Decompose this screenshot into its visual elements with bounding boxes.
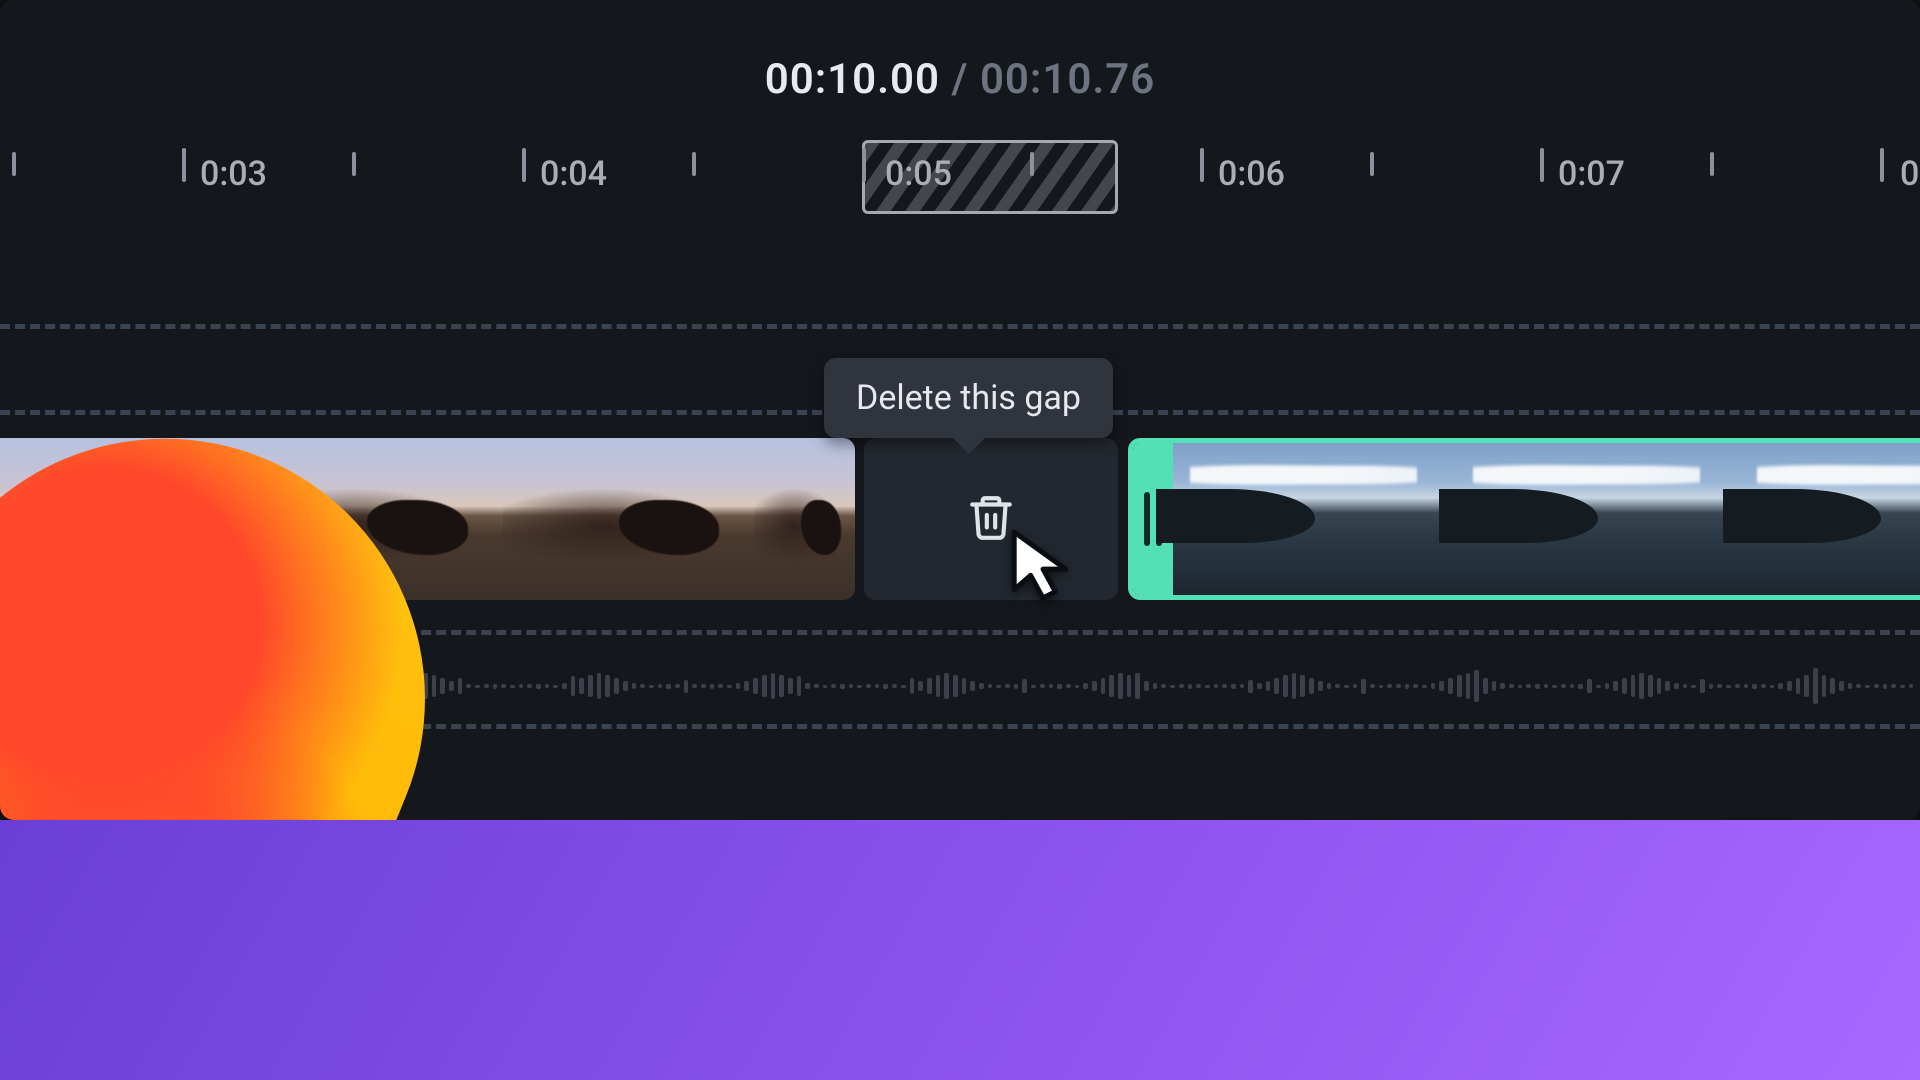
ruler-label: 0:07 bbox=[1558, 154, 1625, 194]
ruler-tick bbox=[1540, 148, 1544, 182]
promo-banner bbox=[0, 820, 1920, 1080]
ruler-tick bbox=[1370, 152, 1374, 176]
ruler-tick bbox=[862, 148, 866, 182]
ruler-tick bbox=[1710, 152, 1714, 176]
timecode-display: 00:10.00 / 00:10.76 bbox=[0, 55, 1920, 104]
timeline-ruler[interactable]: 0:03 0:04 0:05 0:06 0:07 0: bbox=[0, 140, 1920, 204]
clip-thumbnail bbox=[1456, 443, 1739, 595]
ruler-tick bbox=[522, 148, 526, 182]
ruler-label: 0: bbox=[1900, 154, 1920, 194]
ruler-tick bbox=[12, 152, 16, 176]
trash-icon[interactable] bbox=[966, 489, 1016, 549]
ruler-label: 0:04 bbox=[540, 154, 607, 194]
ruler-tick bbox=[182, 148, 186, 182]
ruler-label: 0:03 bbox=[200, 154, 267, 194]
timeline-editor: 00:10.00 / 00:10.76 0:03 0:04 0:05 0:06 0:07… bbox=[0, 0, 1920, 820]
timecode-separator: / bbox=[952, 55, 969, 104]
clip-thumbnail bbox=[754, 438, 855, 600]
clip-thumbnail bbox=[503, 438, 754, 600]
ruler-label: 0:05 bbox=[885, 154, 952, 194]
tooltip-text: Delete this gap bbox=[856, 378, 1081, 418]
timecode-current: 00:10.00 bbox=[765, 55, 940, 104]
timeline-gap[interactable] bbox=[864, 438, 1118, 600]
cursor-pointer-icon bbox=[1010, 528, 1076, 606]
timecode-total: 00:10.76 bbox=[980, 55, 1155, 104]
ruler-tick bbox=[1030, 152, 1034, 176]
ruler-tick bbox=[352, 152, 356, 176]
ruler-label: 0:06 bbox=[1218, 154, 1285, 194]
ruler-tick bbox=[692, 152, 696, 176]
clip-thumbnail bbox=[1740, 443, 1920, 595]
ruler-tick bbox=[1880, 148, 1884, 182]
video-clip-b-selected[interactable] bbox=[1128, 438, 1920, 600]
track-divider bbox=[0, 324, 1920, 329]
ruler-tick bbox=[1200, 148, 1204, 182]
tooltip-delete-gap: Delete this gap bbox=[824, 358, 1113, 438]
clip-thumbnail bbox=[1173, 443, 1456, 595]
